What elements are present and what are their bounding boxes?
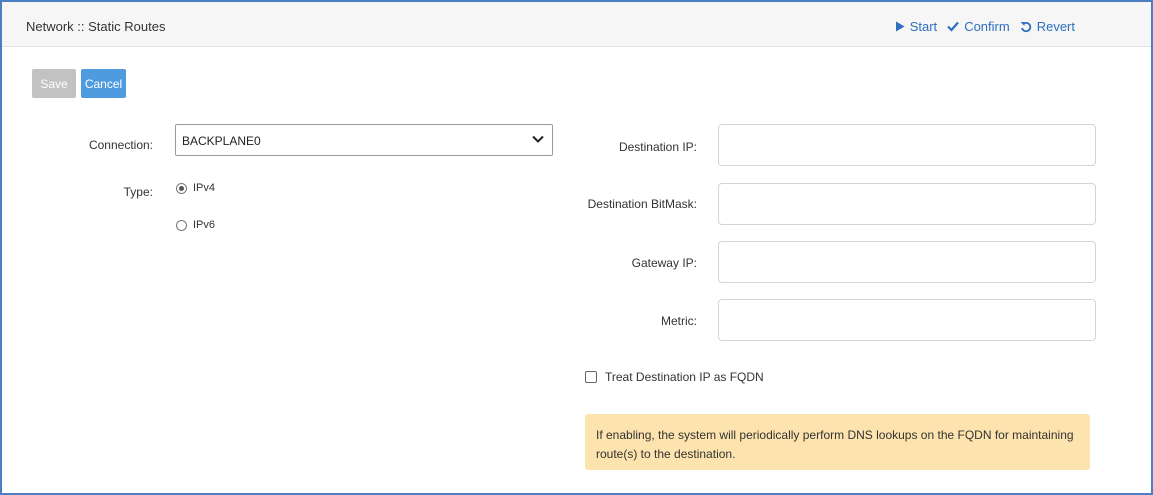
gateway-ip-label: Gateway IP:	[631, 256, 697, 270]
gateway-ip-input[interactable]	[718, 241, 1096, 283]
fqdn-info-note: If enabling, the system will periodicall…	[585, 414, 1090, 470]
fqdn-checkbox[interactable]	[585, 371, 597, 383]
destination-bitmask-label: Destination BitMask:	[587, 197, 697, 211]
start-action[interactable]: Start	[895, 19, 937, 34]
connection-select[interactable]: BACKPLANE0	[175, 124, 553, 156]
save-button[interactable]: Save	[32, 69, 76, 98]
confirm-action[interactable]: Confirm	[947, 19, 1010, 34]
check-icon	[947, 21, 960, 32]
destination-ip-input[interactable]	[718, 124, 1096, 166]
chevron-down-icon	[532, 135, 544, 143]
cancel-button[interactable]: Cancel	[81, 69, 126, 98]
ipv4-radio[interactable]	[176, 182, 187, 194]
header-actions: Start Confirm Revert	[895, 19, 1075, 34]
fqdn-checkbox-label: Treat Destination IP as FQDN	[605, 370, 764, 384]
destination-ip-label: Destination IP:	[618, 140, 697, 154]
revert-action-label: Revert	[1036, 19, 1075, 34]
metric-label: Metric:	[661, 314, 697, 328]
ipv6-radio-label: IPv6	[193, 219, 216, 231]
start-action-label: Start	[909, 19, 938, 34]
connection-label: Connection:	[88, 138, 153, 152]
page-header: Network :: Static Routes Start Confirm R…	[2, 2, 1151, 47]
confirm-action-label: Confirm	[964, 19, 1010, 34]
connection-select-value: BACKPLANE0	[182, 134, 261, 148]
type-label: Type:	[123, 185, 153, 199]
revert-action[interactable]: Revert	[1020, 19, 1075, 34]
type-option-ipv6[interactable]: IPv6	[176, 219, 215, 231]
metric-input[interactable]	[718, 299, 1096, 341]
destination-bitmask-input[interactable]	[718, 183, 1096, 225]
revert-icon	[1020, 21, 1031, 32]
play-icon	[895, 21, 905, 32]
page-title: Network :: Static Routes	[26, 19, 166, 34]
ipv4-radio-label: IPv4	[193, 182, 216, 194]
fqdn-option[interactable]: Treat Destination IP as FQDN	[585, 370, 764, 384]
type-option-ipv4[interactable]: IPv4	[176, 182, 215, 194]
ipv6-radio[interactable]	[176, 219, 187, 231]
